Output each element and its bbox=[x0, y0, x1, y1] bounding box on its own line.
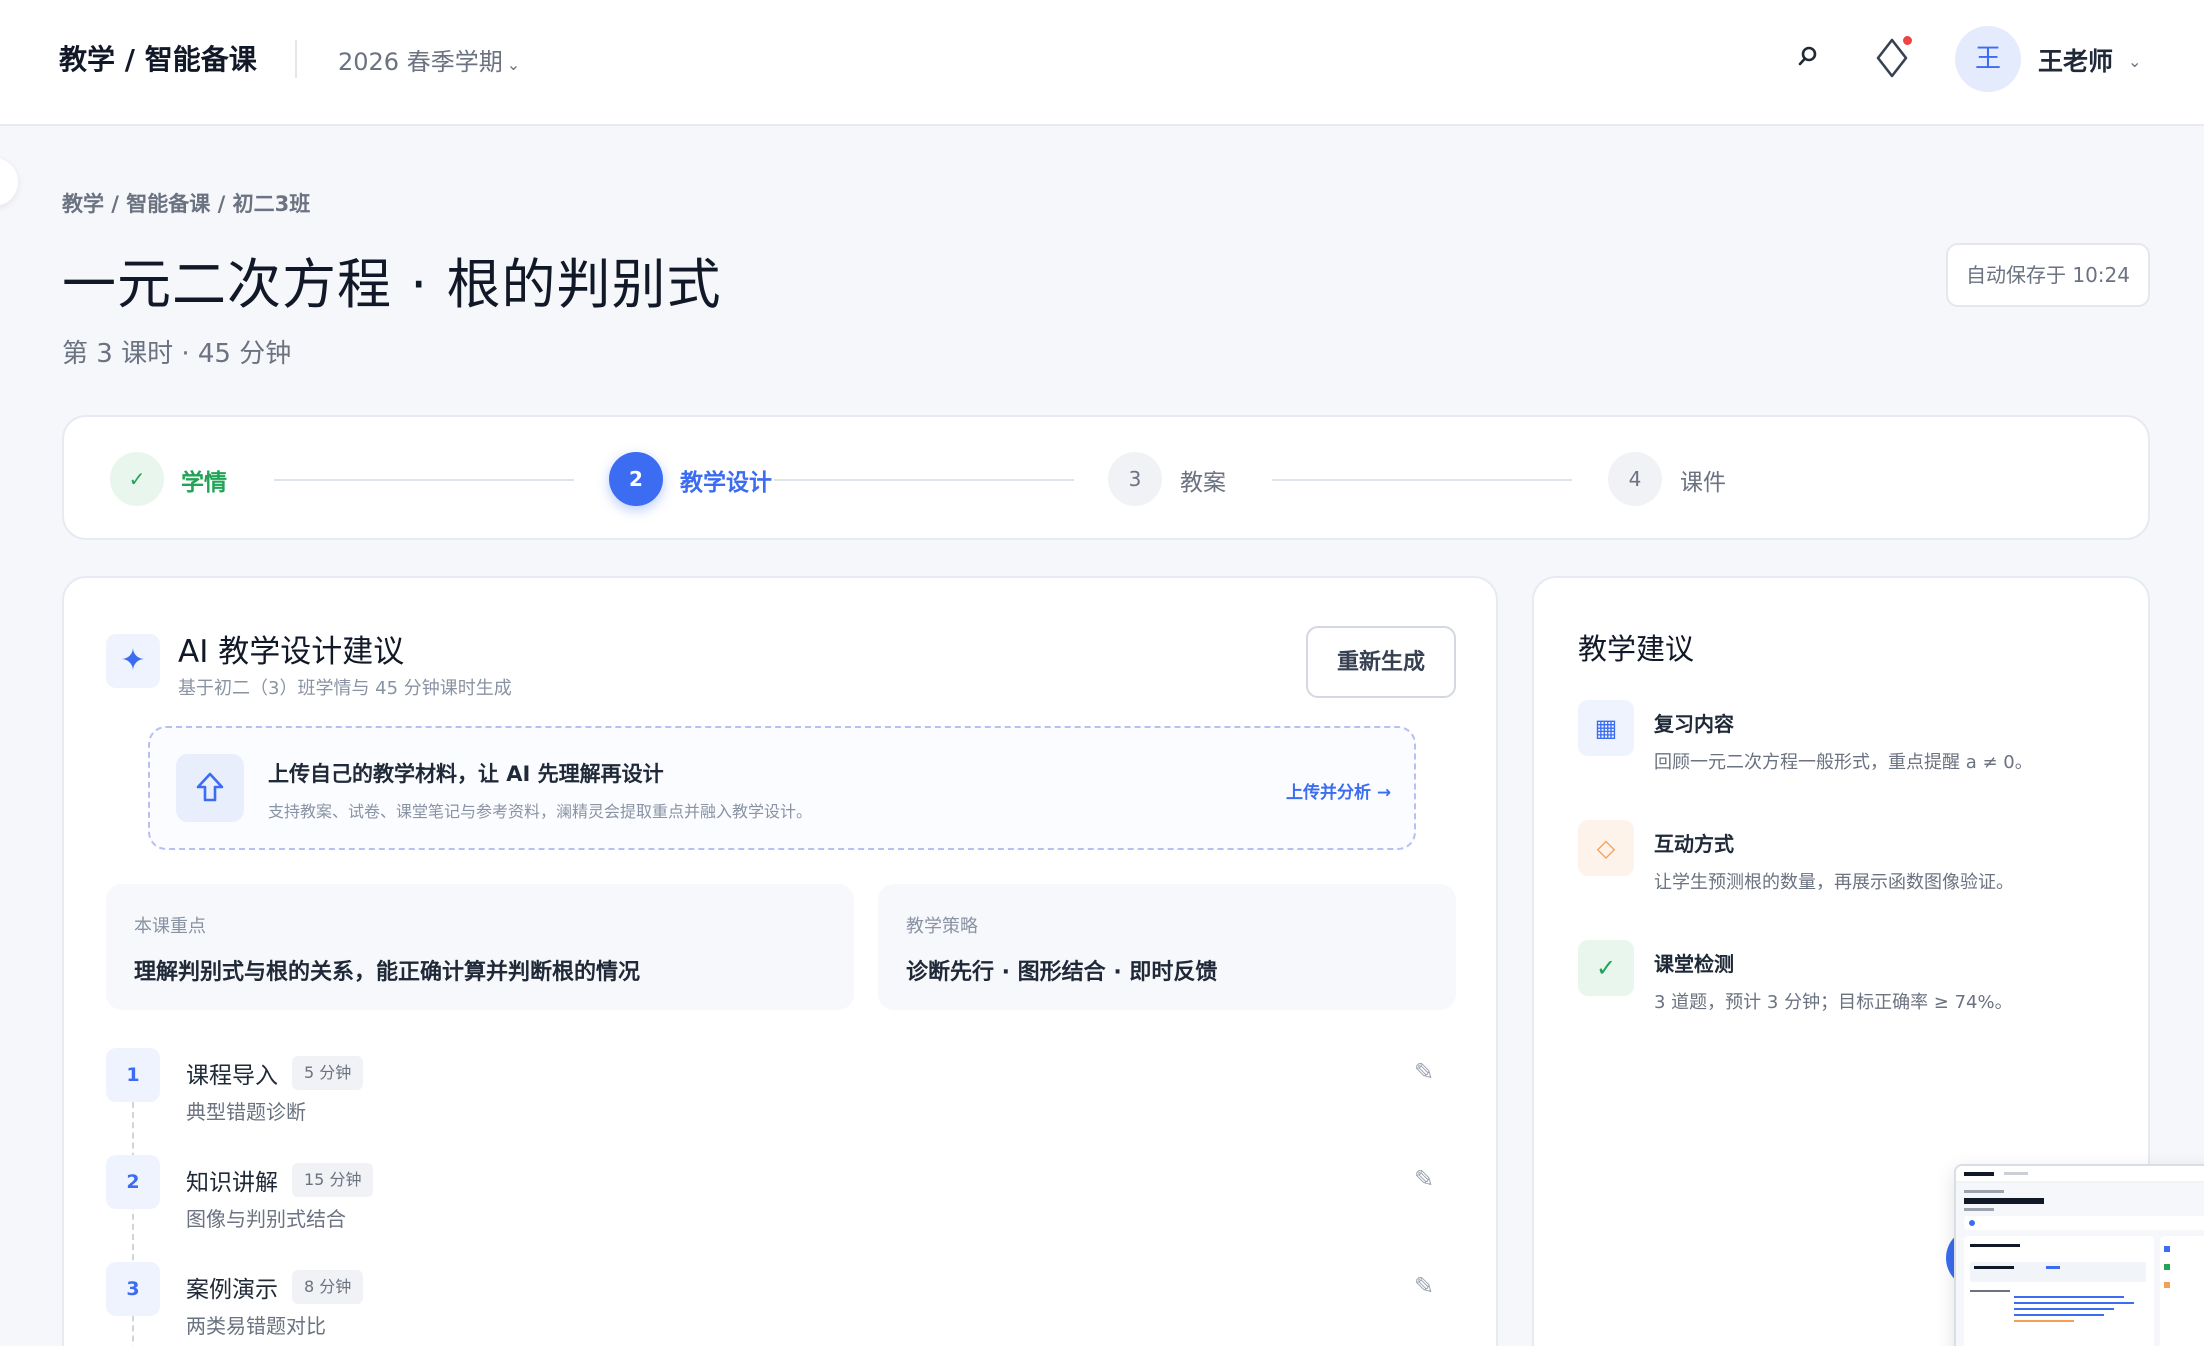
lesson-description: 两类易错题对比 bbox=[186, 1314, 326, 1338]
edit-pencil-icon[interactable]: ✎ bbox=[1414, 1272, 1434, 1300]
lesson-title: 课程导入 bbox=[186, 1063, 278, 1089]
suggestion-description: 3 道题，预计 3 分钟；目标正确率 ≥ 74%。 bbox=[1654, 992, 2013, 1013]
strategy-caption: 教学策略 bbox=[906, 916, 978, 937]
upload-icon bbox=[176, 754, 244, 822]
ai-design-card: ✦ AI 教学设计建议 基于初二（3）班学情与 45 分钟课时生成 重新生成 上… bbox=[62, 576, 1498, 1346]
sidebar-toggle[interactable] bbox=[0, 158, 18, 206]
check-icon: ✓ bbox=[1578, 940, 1634, 996]
step-3-label[interactable]: 教案 bbox=[1180, 463, 1226, 497]
search-icon[interactable] bbox=[1796, 44, 1820, 68]
diamond-icon: ◇ bbox=[1578, 820, 1634, 876]
preview-graphic bbox=[1956, 1166, 2204, 1346]
step-2-label[interactable]: 教学设计 bbox=[680, 463, 772, 497]
suggestion-description: 让学生预测根的数量，再展示函数图像验证。 bbox=[1654, 872, 2014, 893]
lesson-description: 图像与判别式结合 bbox=[186, 1207, 346, 1231]
step-connector bbox=[1272, 479, 1572, 481]
focus-caption: 本课重点 bbox=[134, 916, 206, 937]
step-3-number[interactable]: 3 bbox=[1108, 452, 1162, 506]
step-1-check-icon[interactable]: ✓ bbox=[110, 452, 164, 506]
lesson-title: 案例演示 bbox=[186, 1277, 278, 1303]
strategy-value: 诊断先行 · 图形结合 · 即时反馈 bbox=[906, 960, 1218, 985]
card-title: AI 教学设计建议 bbox=[178, 634, 405, 670]
avatar[interactable]: 王 bbox=[1955, 26, 2021, 92]
lesson-focus-box: 本课重点 理解判别式与根的关系，能正确计算并判断根的情况 bbox=[106, 884, 854, 1010]
step-connector bbox=[774, 479, 1074, 481]
step-2-number[interactable]: 2 bbox=[609, 452, 663, 506]
edit-pencil-icon[interactable]: ✎ bbox=[1414, 1058, 1434, 1086]
upload-dropzone[interactable]: 上传自己的教学材料，让 AI 先理解再设计 支持教案、试卷、课堂笔记与参考资料，… bbox=[148, 726, 1416, 850]
chevron-down-icon[interactable]: ⌄ bbox=[2128, 52, 2141, 71]
lesson-number: 3 bbox=[106, 1262, 160, 1316]
lesson-number: 1 bbox=[106, 1048, 160, 1102]
term-selector[interactable]: 2026 春季学期 ⌄ bbox=[338, 42, 520, 77]
duration-badge: 15 分钟 bbox=[292, 1163, 374, 1197]
top-bar: 教学 / 智能备课 2026 春季学期 ⌄ 王 王老师 ⌄ bbox=[0, 0, 2204, 126]
lesson-title: 知识讲解 bbox=[186, 1170, 278, 1196]
upload-analyze-link[interactable]: 上传并分析 → bbox=[1286, 778, 1391, 803]
focus-value: 理解判别式与根的关系，能正确计算并判断根的情况 bbox=[134, 960, 641, 985]
page-subtitle: 第 3 课时 · 45 分钟 bbox=[62, 339, 292, 369]
notification-dot bbox=[1903, 36, 1912, 45]
step-4-label[interactable]: 课件 bbox=[1680, 463, 1726, 497]
suggestion-title: 课堂检测 bbox=[1654, 952, 1734, 976]
page-preview-thumbnail[interactable] bbox=[1954, 1164, 2204, 1346]
card-subtitle: 基于初二（3）班学情与 45 分钟课时生成 bbox=[178, 678, 512, 699]
regenerate-button[interactable]: 重新生成 bbox=[1306, 626, 1456, 698]
step-connector bbox=[274, 479, 574, 481]
suggestion-title: 复习内容 bbox=[1654, 712, 1734, 736]
step-1-label[interactable]: 学情 bbox=[181, 463, 227, 497]
grid-icon: ▦ bbox=[1578, 700, 1634, 756]
user-name[interactable]: 王老师 bbox=[2038, 42, 2113, 78]
progress-stepper: ✓ 学情 2 教学设计 3 教案 4 课件 bbox=[62, 415, 2150, 540]
strategy-box: 教学策略 诊断先行 · 图形结合 · 即时反馈 bbox=[878, 884, 1456, 1010]
suggestion-description: 回顾一元二次方程一般形式，重点提醒 a ≠ 0。 bbox=[1654, 752, 2033, 773]
duration-badge: 5 分钟 bbox=[292, 1056, 364, 1090]
step-4-number[interactable]: 4 bbox=[1608, 452, 1662, 506]
upload-title: 上传自己的教学材料，让 AI 先理解再设计 bbox=[268, 762, 664, 786]
sparkle-icon: ✦ bbox=[106, 634, 160, 688]
card-title: 教学建议 bbox=[1578, 632, 1695, 666]
autosave-status: 自动保存于 10:24 bbox=[1946, 243, 2150, 307]
chevron-down-icon: ⌄ bbox=[506, 55, 521, 74]
breadcrumb[interactable]: 教学 / 智能备课 / 初二3班 bbox=[62, 188, 310, 218]
lesson-number: 2 bbox=[106, 1155, 160, 1209]
lesson-description: 典型错题诊断 bbox=[186, 1100, 306, 1124]
suggestion-title: 互动方式 bbox=[1654, 832, 1734, 856]
page-title: 一元二次方程 · 根的判别式 bbox=[62, 253, 722, 316]
divider bbox=[295, 40, 297, 78]
app-brand[interactable]: 教学 / 智能备课 bbox=[59, 38, 257, 78]
upload-description: 支持教案、试卷、课堂笔记与参考资料，澜精灵会提取重点并融入教学设计。 bbox=[268, 802, 813, 821]
duration-badge: 8 分钟 bbox=[292, 1270, 364, 1304]
term-label: 2026 春季学期 bbox=[338, 48, 503, 76]
edit-pencil-icon[interactable]: ✎ bbox=[1414, 1165, 1434, 1193]
